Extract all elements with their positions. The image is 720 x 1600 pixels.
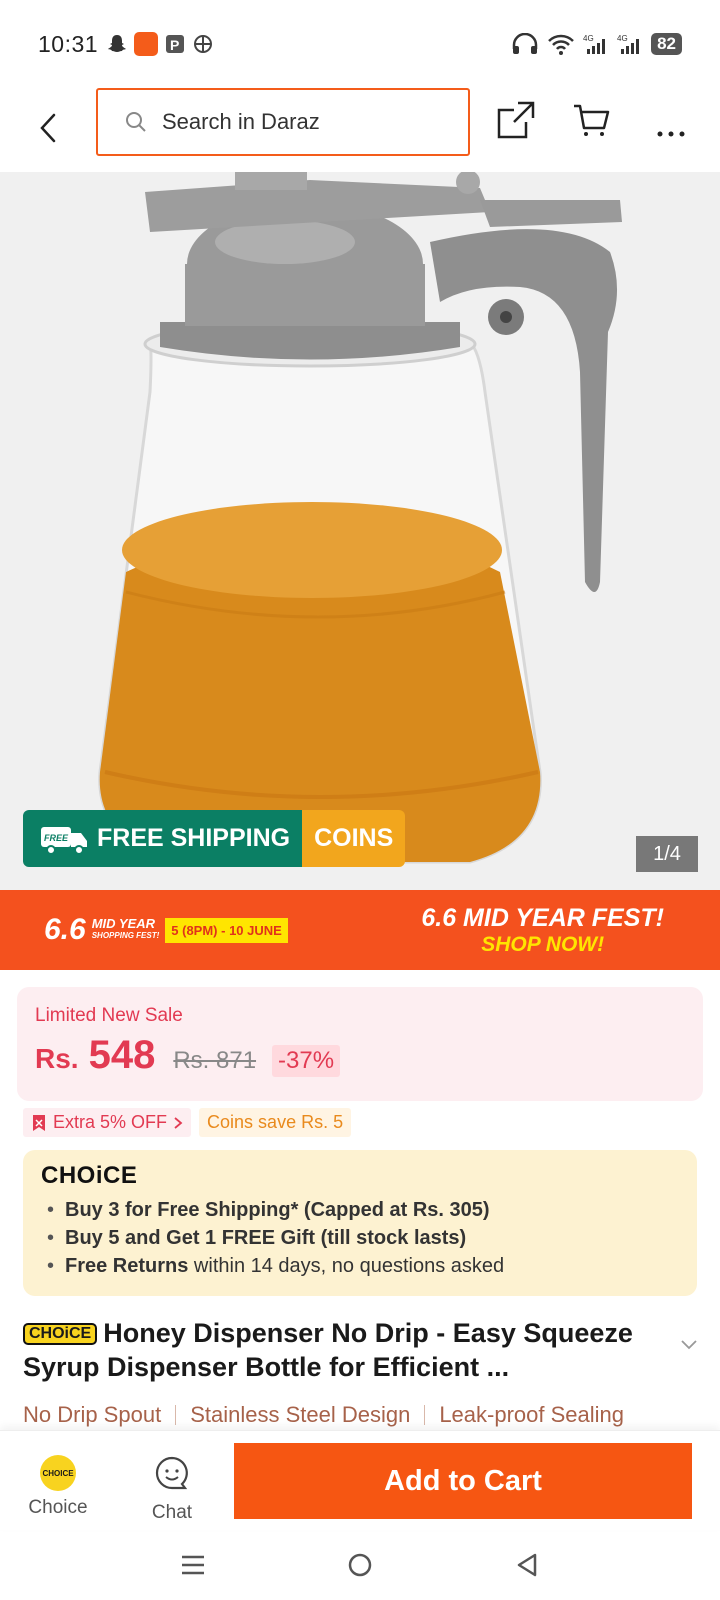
search-icon: [126, 112, 146, 132]
recents-icon[interactable]: [180, 1552, 206, 1578]
feature-tag: Stainless Steel Design: [190, 1402, 411, 1427]
choice-benefit-item: Buy 3 for Free Shipping* (Capped at Rs. …: [41, 1196, 679, 1224]
choice-benefit-item: Buy 5 and Get 1 FREE Gift (till stock la…: [41, 1224, 679, 1252]
choice-benefit-text: within 14 days, no questions asked: [188, 1255, 505, 1277]
product-features: No Drip Spout Stainless Steel Design Lea…: [23, 1402, 624, 1428]
system-nav-bar: [0, 1530, 720, 1600]
choice-benefits-box[interactable]: CHOiCE Buy 3 for Free Shipping* (Capped …: [23, 1150, 697, 1296]
image-counter: 1/4: [636, 836, 698, 872]
promo-small-label: SHOPPING FEST!: [91, 931, 160, 940]
add-to-cart-button[interactable]: Add to Cart: [234, 1443, 692, 1519]
promo-number: 6.6: [44, 913, 86, 946]
more-dots-icon: [657, 131, 685, 137]
product-image-carousel[interactable]: FREE FREE SHIPPING COINS 1/4: [0, 172, 720, 890]
top-header: Search in Daraz: [0, 88, 720, 172]
extra-off-label: Extra 5% OFF: [53, 1112, 168, 1132]
choice-benefits-list: Buy 3 for Free Shipping* (Capped at Rs. …: [41, 1196, 679, 1280]
wifi-icon: [548, 34, 574, 55]
promo-logo: 6.6 MID YEAR SHOPPING FEST! 5 (8PM) - 10…: [44, 913, 288, 947]
battery-indicator: 82: [651, 33, 682, 55]
status-bar: 10:31 P 4G 4G 82: [0, 0, 720, 88]
svg-text:P: P: [170, 37, 179, 53]
cart-button[interactable]: [572, 102, 610, 143]
status-right: 4G 4G 82: [511, 33, 682, 55]
chevron-down-icon: [681, 1340, 697, 1350]
promo-cta: 6.6 MID YEAR FEST! SHOP NOW!: [421, 904, 664, 957]
product-title: Honey Dispenser No Drip - Easy Squeeze S…: [23, 1318, 633, 1382]
choice-benefit-item: Free Returns within 14 days, no question…: [41, 1252, 679, 1280]
choice-badge: CHOiCE: [23, 1323, 98, 1345]
status-time: 10:31: [38, 30, 99, 57]
search-placeholder: Search in Daraz: [162, 109, 320, 134]
free-mini-label: FREE: [44, 833, 69, 843]
choice-icon: CHOICE: [40, 1455, 76, 1491]
coins-label: COINS: [302, 810, 406, 867]
bottom-action-bar: CHOICE Choice Chat Add to Cart: [0, 1430, 720, 1530]
home-icon[interactable]: [347, 1552, 373, 1578]
signal-4g-icon: 4G: [583, 34, 606, 54]
free-shipping-badge: FREE FREE SHIPPING COINS: [23, 810, 406, 867]
free-shipping-label: FREE SHIPPING: [97, 824, 291, 852]
sale-label: Limited New Sale: [35, 1005, 183, 1026]
promo-date: 5 (8PM) - 10 JUNE: [165, 917, 288, 943]
extra-off-chip[interactable]: Extra 5% OFF: [23, 1108, 192, 1137]
snapchat-icon: [108, 35, 127, 52]
original-price: Rs. 871: [173, 1047, 257, 1074]
search-input[interactable]: Search in Daraz: [96, 88, 470, 156]
coins-save-chip[interactable]: Coins save Rs. 5: [199, 1108, 352, 1137]
choice-benefit-bold: Free Returns: [65, 1255, 189, 1277]
chevron-left-icon: [40, 113, 56, 143]
promo-shop-now: SHOP NOW!: [481, 932, 605, 956]
price-box: Limited New Sale Rs. 548 Rs. 871 -37%: [17, 987, 703, 1101]
price-row: Rs. 548 Rs. 871 -37%: [35, 1033, 685, 1078]
promo-headline: 6.6 MID YEAR FEST!: [421, 903, 664, 932]
headphones-icon: [512, 33, 538, 54]
product-title-block[interactable]: CHOiCE Honey Dispenser No Drip - Easy Squ…: [23, 1316, 673, 1384]
share-icon: [497, 101, 535, 139]
signal-4g-icon: 4G: [617, 34, 640, 54]
discount-badge: -37%: [272, 1045, 341, 1077]
choice-benefit-text: Buy 5 and Get 1 FREE Gift (till stock la…: [65, 1227, 467, 1249]
feature-tag: No Drip Spout: [23, 1402, 162, 1427]
chat-icon: [155, 1456, 188, 1490]
svg-text:4G: 4G: [583, 34, 594, 43]
more-options-button[interactable]: [656, 114, 686, 145]
back-button[interactable]: [30, 106, 66, 150]
current-price: 548: [88, 1033, 156, 1077]
notification-icons: P: [106, 32, 214, 56]
feature-tag: Leak-proof Sealing: [439, 1402, 624, 1427]
choice-benefit-text: Buy 3 for Free Shipping* (Capped at Rs. …: [65, 1199, 490, 1221]
app-notification-icon: [134, 32, 159, 56]
choice-logo: CHOiCE: [41, 1162, 138, 1189]
choice-tab-label: Choice: [28, 1497, 88, 1518]
promo-logo-text: MID YEAR SHOPPING FEST!: [91, 916, 160, 942]
price-currency: Rs.: [35, 1043, 79, 1074]
feature-divider: [175, 1405, 177, 1425]
offers-row: Extra 5% OFF Coins save Rs. 5: [23, 1108, 352, 1137]
expand-title-button[interactable]: [680, 1338, 698, 1356]
chat-label: Chat: [151, 1502, 193, 1523]
chevron-right-icon: [174, 1116, 183, 1129]
promo-mid-label: MID YEAR: [91, 916, 156, 931]
free-shipping-section: FREE FREE SHIPPING: [23, 810, 303, 867]
mid-year-fest-banner[interactable]: 6.6 MID YEAR SHOPPING FEST! 5 (8PM) - 10…: [0, 890, 720, 970]
honey-dispenser-image: [98, 172, 622, 864]
voucher-icon: [33, 1114, 45, 1131]
chat-button[interactable]: Chat: [140, 1455, 204, 1524]
back-triangle-icon[interactable]: [514, 1552, 540, 1578]
delivery-truck-icon: FREE: [41, 826, 87, 855]
share-button[interactable]: [496, 100, 536, 145]
parking-icon: P: [166, 35, 185, 53]
pinwheel-icon: [194, 35, 213, 53]
choice-tab-button[interactable]: CHOICE Choice: [22, 1455, 94, 1519]
svg-text:4G: 4G: [617, 34, 628, 43]
cart-icon: [574, 104, 610, 136]
feature-divider: [424, 1405, 426, 1425]
